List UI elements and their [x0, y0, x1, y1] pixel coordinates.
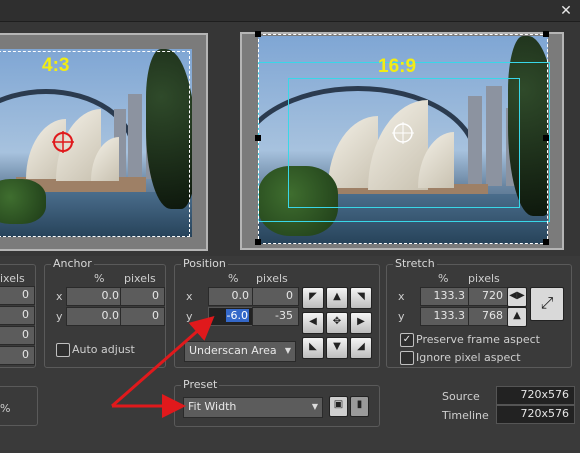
annotation-arrows — [111, 316, 215, 418]
annotation-arrow-to-position — [111, 316, 215, 408]
